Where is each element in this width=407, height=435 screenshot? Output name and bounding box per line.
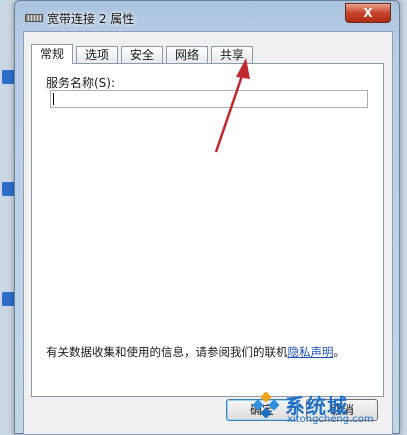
general-tab-panel: 服务名称(S): 有关数据收集和使用的信息，请参阅我们的联机隐私声明。: [31, 63, 384, 397]
site-watermark: 系统城 xitongcheng.com: [249, 390, 399, 426]
watermark-site-url: xitongcheng.com: [287, 414, 374, 425]
watermark-logo-icon: [253, 392, 279, 418]
tab-general[interactable]: 常规: [31, 44, 74, 64]
text-cursor: [53, 93, 54, 105]
privacy-statement-link[interactable]: 隐私声明: [288, 345, 334, 359]
close-button[interactable]: X: [345, 3, 391, 23]
tab-security[interactable]: 安全: [121, 46, 164, 63]
service-name-input[interactable]: [50, 90, 368, 108]
network-connection-icon: [25, 14, 43, 22]
privacy-notice-text: 有关数据收集和使用的信息，请参阅我们的联机: [46, 345, 288, 359]
tab-networking[interactable]: 网络: [166, 46, 209, 63]
title-bar: 宽带连接 2 属性 X: [15, 1, 399, 35]
tab-sharing[interactable]: 共享: [211, 46, 254, 63]
dialog-title: 宽带连接 2 属性: [47, 12, 135, 26]
service-name-label: 服务名称(S):: [46, 76, 116, 90]
tab-options[interactable]: 选项: [76, 46, 119, 63]
properties-dialog: 宽带连接 2 属性 X 常规 选项 安全 网络 共享 服务名称(S): 有关数据…: [14, 0, 400, 435]
privacy-notice: 有关数据收集和使用的信息，请参阅我们的联机隐私声明。: [46, 344, 345, 360]
privacy-notice-period: 。: [333, 345, 346, 359]
dialog-client-area: 常规 选项 安全 网络 共享 服务名称(S): 有关数据收集和使用的信息，请参阅…: [23, 31, 393, 435]
